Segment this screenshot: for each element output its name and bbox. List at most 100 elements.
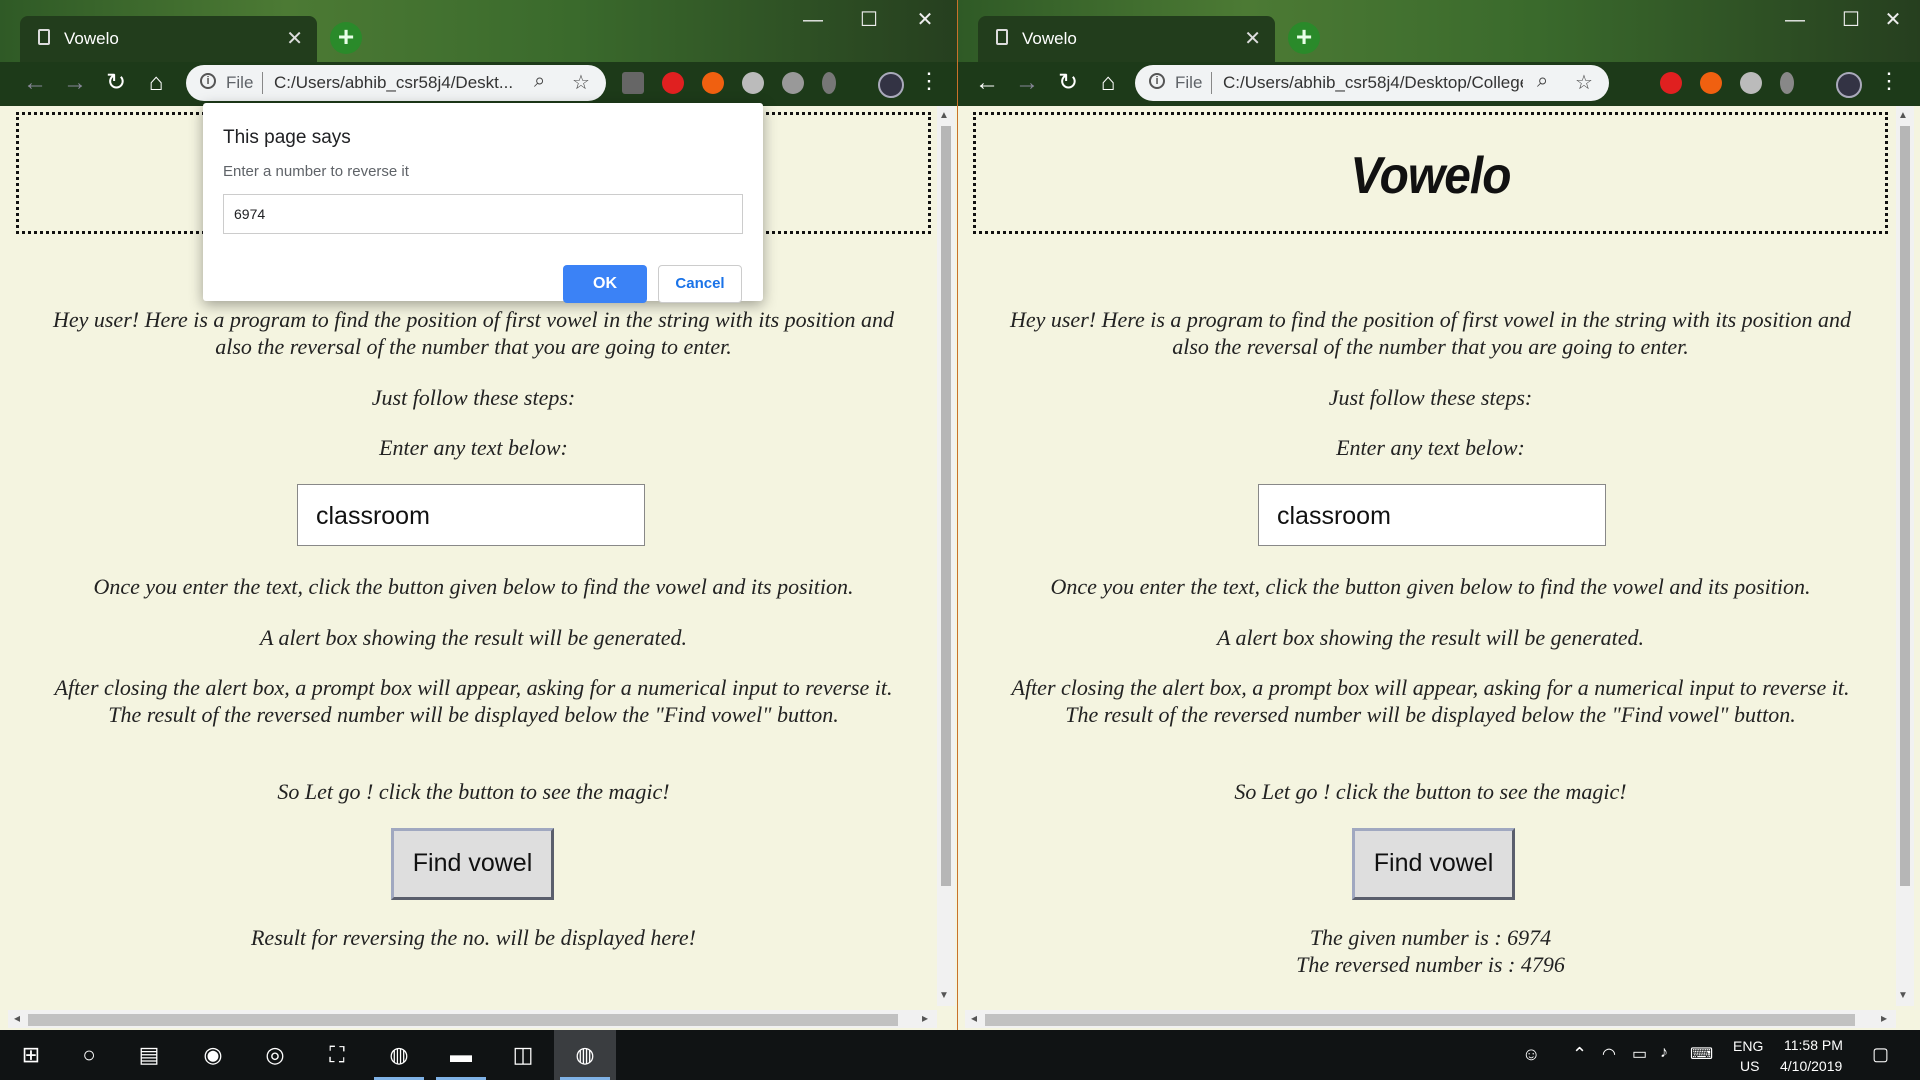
zoom-icon[interactable]: ⌕ xyxy=(1537,70,1548,93)
profile-avatar[interactable] xyxy=(1836,72,1862,98)
ok-button[interactable]: OK xyxy=(563,265,647,303)
zoom-icon[interactable]: ⌕ xyxy=(534,70,545,93)
browser-tab[interactable]: Vowelo ✕ xyxy=(20,16,317,62)
scroll-thumb-horizontal[interactable] xyxy=(28,1014,898,1026)
scroll-down-icon[interactable]: ▼ xyxy=(939,990,949,1001)
wifi-icon[interactable]: ◠ xyxy=(1602,1044,1616,1064)
extension-icon-3[interactable] xyxy=(702,72,724,94)
task-view-icon[interactable]: ▤ xyxy=(118,1030,180,1080)
horizontal-scrollbar[interactable]: ◂ ▸ xyxy=(8,1010,937,1028)
scroll-up-icon[interactable]: ▲ xyxy=(939,110,949,121)
search-circle-icon[interactable]: ○ xyxy=(58,1030,120,1080)
scroll-thumb-horizontal[interactable] xyxy=(985,1014,1855,1026)
chrome-icon[interactable]: ◍ xyxy=(368,1030,430,1080)
profile-avatar[interactable] xyxy=(878,72,904,98)
extension-icon-2[interactable] xyxy=(662,72,684,94)
scroll-thumb[interactable] xyxy=(941,126,951,886)
back-icon[interactable]: ← xyxy=(20,68,50,98)
info-icon[interactable]: i xyxy=(200,73,216,89)
extension-icon-3[interactable] xyxy=(1700,72,1722,94)
reload-icon[interactable]: ↻ xyxy=(101,68,131,98)
battery-icon[interactable]: ▭ xyxy=(1632,1044,1647,1064)
network-app-icon[interactable]: ⛶ xyxy=(306,1030,368,1080)
volume-icon[interactable]: ♪ xyxy=(1660,1044,1668,1062)
result-text: Result for reversing the no. will be dis… xyxy=(250,925,696,950)
horizontal-scrollbar[interactable]: ◂ ▸ xyxy=(965,1010,1896,1028)
instruction-1: Once you enter the text, click the butto… xyxy=(93,574,854,599)
scroll-left-icon[interactable]: ◂ xyxy=(971,1011,977,1025)
maximize-icon[interactable]: ☐ xyxy=(842,2,896,38)
window-close-icon[interactable]: ✕ xyxy=(898,2,952,38)
dialog-input[interactable]: 6974 xyxy=(223,194,743,234)
given-number-text: The given number is : 6974 xyxy=(1309,925,1552,950)
home-icon[interactable]: ⌂ xyxy=(141,68,171,98)
browser-tab[interactable]: Vowelo ✕ xyxy=(978,16,1275,62)
chrome-canary-icon[interactable]: ◉ xyxy=(182,1030,244,1080)
scroll-up-icon[interactable]: ▲ xyxy=(1898,110,1908,121)
cancel-button[interactable]: Cancel xyxy=(658,265,742,303)
page-content: Vowelo Hey user! Here is a program to fi… xyxy=(965,106,1896,1010)
enter-text-label: Enter any text below: xyxy=(1336,435,1525,460)
text-input[interactable]: classroom xyxy=(297,484,645,546)
language-label[interactable]: ENG xyxy=(1733,1038,1763,1054)
scroll-down-icon[interactable]: ▼ xyxy=(1898,990,1908,1001)
address-url[interactable]: C:/Users/abhib_csr58j4/Deskt... xyxy=(274,73,524,93)
reload-icon[interactable]: ↻ xyxy=(1053,68,1083,98)
new-tab-icon[interactable]: + xyxy=(1288,22,1320,54)
new-tab-icon[interactable]: + xyxy=(330,22,362,54)
scroll-right-icon[interactable]: ▸ xyxy=(1881,1011,1887,1025)
forward-icon[interactable]: → xyxy=(1012,68,1042,98)
info-icon[interactable]: i xyxy=(1149,73,1165,89)
address-bar[interactable]: i File C:/Users/abhib_csr58j4/Deskt... ⌕… xyxy=(186,65,606,101)
chevron-up-icon[interactable]: ⌃ xyxy=(1572,1044,1587,1065)
extension-icon-4[interactable] xyxy=(1740,72,1762,94)
minimize-icon[interactable]: — xyxy=(1768,2,1822,38)
enter-text-label: Enter any text below: xyxy=(379,435,568,460)
menu-icon[interactable]: ⋮ xyxy=(918,68,940,94)
extension-icon-6[interactable] xyxy=(1780,72,1794,94)
extension-icon-5[interactable] xyxy=(782,72,804,94)
notification-icon[interactable]: ▢ xyxy=(1872,1044,1889,1065)
window-close-icon[interactable]: ✕ xyxy=(1866,2,1920,38)
people-icon[interactable]: ☺ xyxy=(1522,1044,1540,1065)
extension-icon-4[interactable] xyxy=(742,72,764,94)
intro-text: Hey user! Here is a program to find the … xyxy=(1009,307,1852,359)
app-icon[interactable]: ◫ xyxy=(492,1030,554,1080)
extension-icon-2[interactable] xyxy=(1660,72,1682,94)
clock-time[interactable]: 11:58 PM xyxy=(1784,1037,1843,1053)
home-icon[interactable]: ⌂ xyxy=(1093,68,1123,98)
find-vowel-button[interactable]: Find vowel xyxy=(391,828,554,900)
star-icon[interactable]: ☆ xyxy=(572,70,590,95)
tab-strip: Vowelo ✕ + — ☐ ✕ xyxy=(0,0,957,62)
address-url[interactable]: C:/Users/abhib_csr58j4/Desktop/College..… xyxy=(1223,73,1523,93)
extension-icon-6[interactable] xyxy=(822,72,836,94)
close-tab-icon[interactable]: ✕ xyxy=(1244,26,1261,51)
star-icon[interactable]: ☆ xyxy=(1575,70,1593,95)
dialog-message: Enter a number to reverse it xyxy=(223,163,409,180)
keyboard-icon[interactable]: ⌨ xyxy=(1690,1044,1713,1064)
clock-date[interactable]: 4/10/2019 xyxy=(1780,1058,1842,1074)
scroll-left-icon[interactable]: ◂ xyxy=(14,1011,20,1025)
region-label[interactable]: US xyxy=(1740,1058,1759,1074)
scroll-thumb[interactable] xyxy=(1900,126,1910,886)
forward-icon[interactable]: → xyxy=(60,68,90,98)
back-icon[interactable]: ← xyxy=(972,68,1002,98)
media-player-icon[interactable]: ◎ xyxy=(244,1030,306,1080)
windows-start-icon[interactable]: ⊞ xyxy=(0,1030,62,1080)
close-tab-icon[interactable]: ✕ xyxy=(286,26,303,51)
text-input[interactable]: classroom xyxy=(1258,484,1606,546)
file-explorer-icon[interactable]: ▬ xyxy=(430,1030,492,1080)
instruction-2: A alert box showing the result will be g… xyxy=(259,625,688,650)
minimize-icon[interactable]: — xyxy=(786,2,840,38)
vertical-scrollbar[interactable]: ▲ ▼ xyxy=(1896,106,1914,1006)
menu-icon[interactable]: ⋮ xyxy=(1878,68,1900,94)
scroll-right-icon[interactable]: ▸ xyxy=(922,1011,928,1025)
vertical-scrollbar[interactable]: ▲ ▼ xyxy=(937,106,955,1006)
chrome-active-icon[interactable]: ◍ xyxy=(554,1030,616,1080)
find-vowel-button[interactable]: Find vowel xyxy=(1352,828,1515,900)
extension-icon-1[interactable] xyxy=(622,72,644,94)
page-title: Vowelo xyxy=(1350,147,1511,205)
instruction-3: After closing the alert box, a prompt bo… xyxy=(54,675,893,727)
taskbar: ⊞ ○ ▤ ◉ ◎ ⛶ ◍ ▬ ◫ ◍ ☺ ⌃ ◠ ▭ ♪ ⌨ ENG US 1… xyxy=(0,1030,1920,1080)
address-bar[interactable]: i File C:/Users/abhib_csr58j4/Desktop/Co… xyxy=(1135,65,1609,101)
